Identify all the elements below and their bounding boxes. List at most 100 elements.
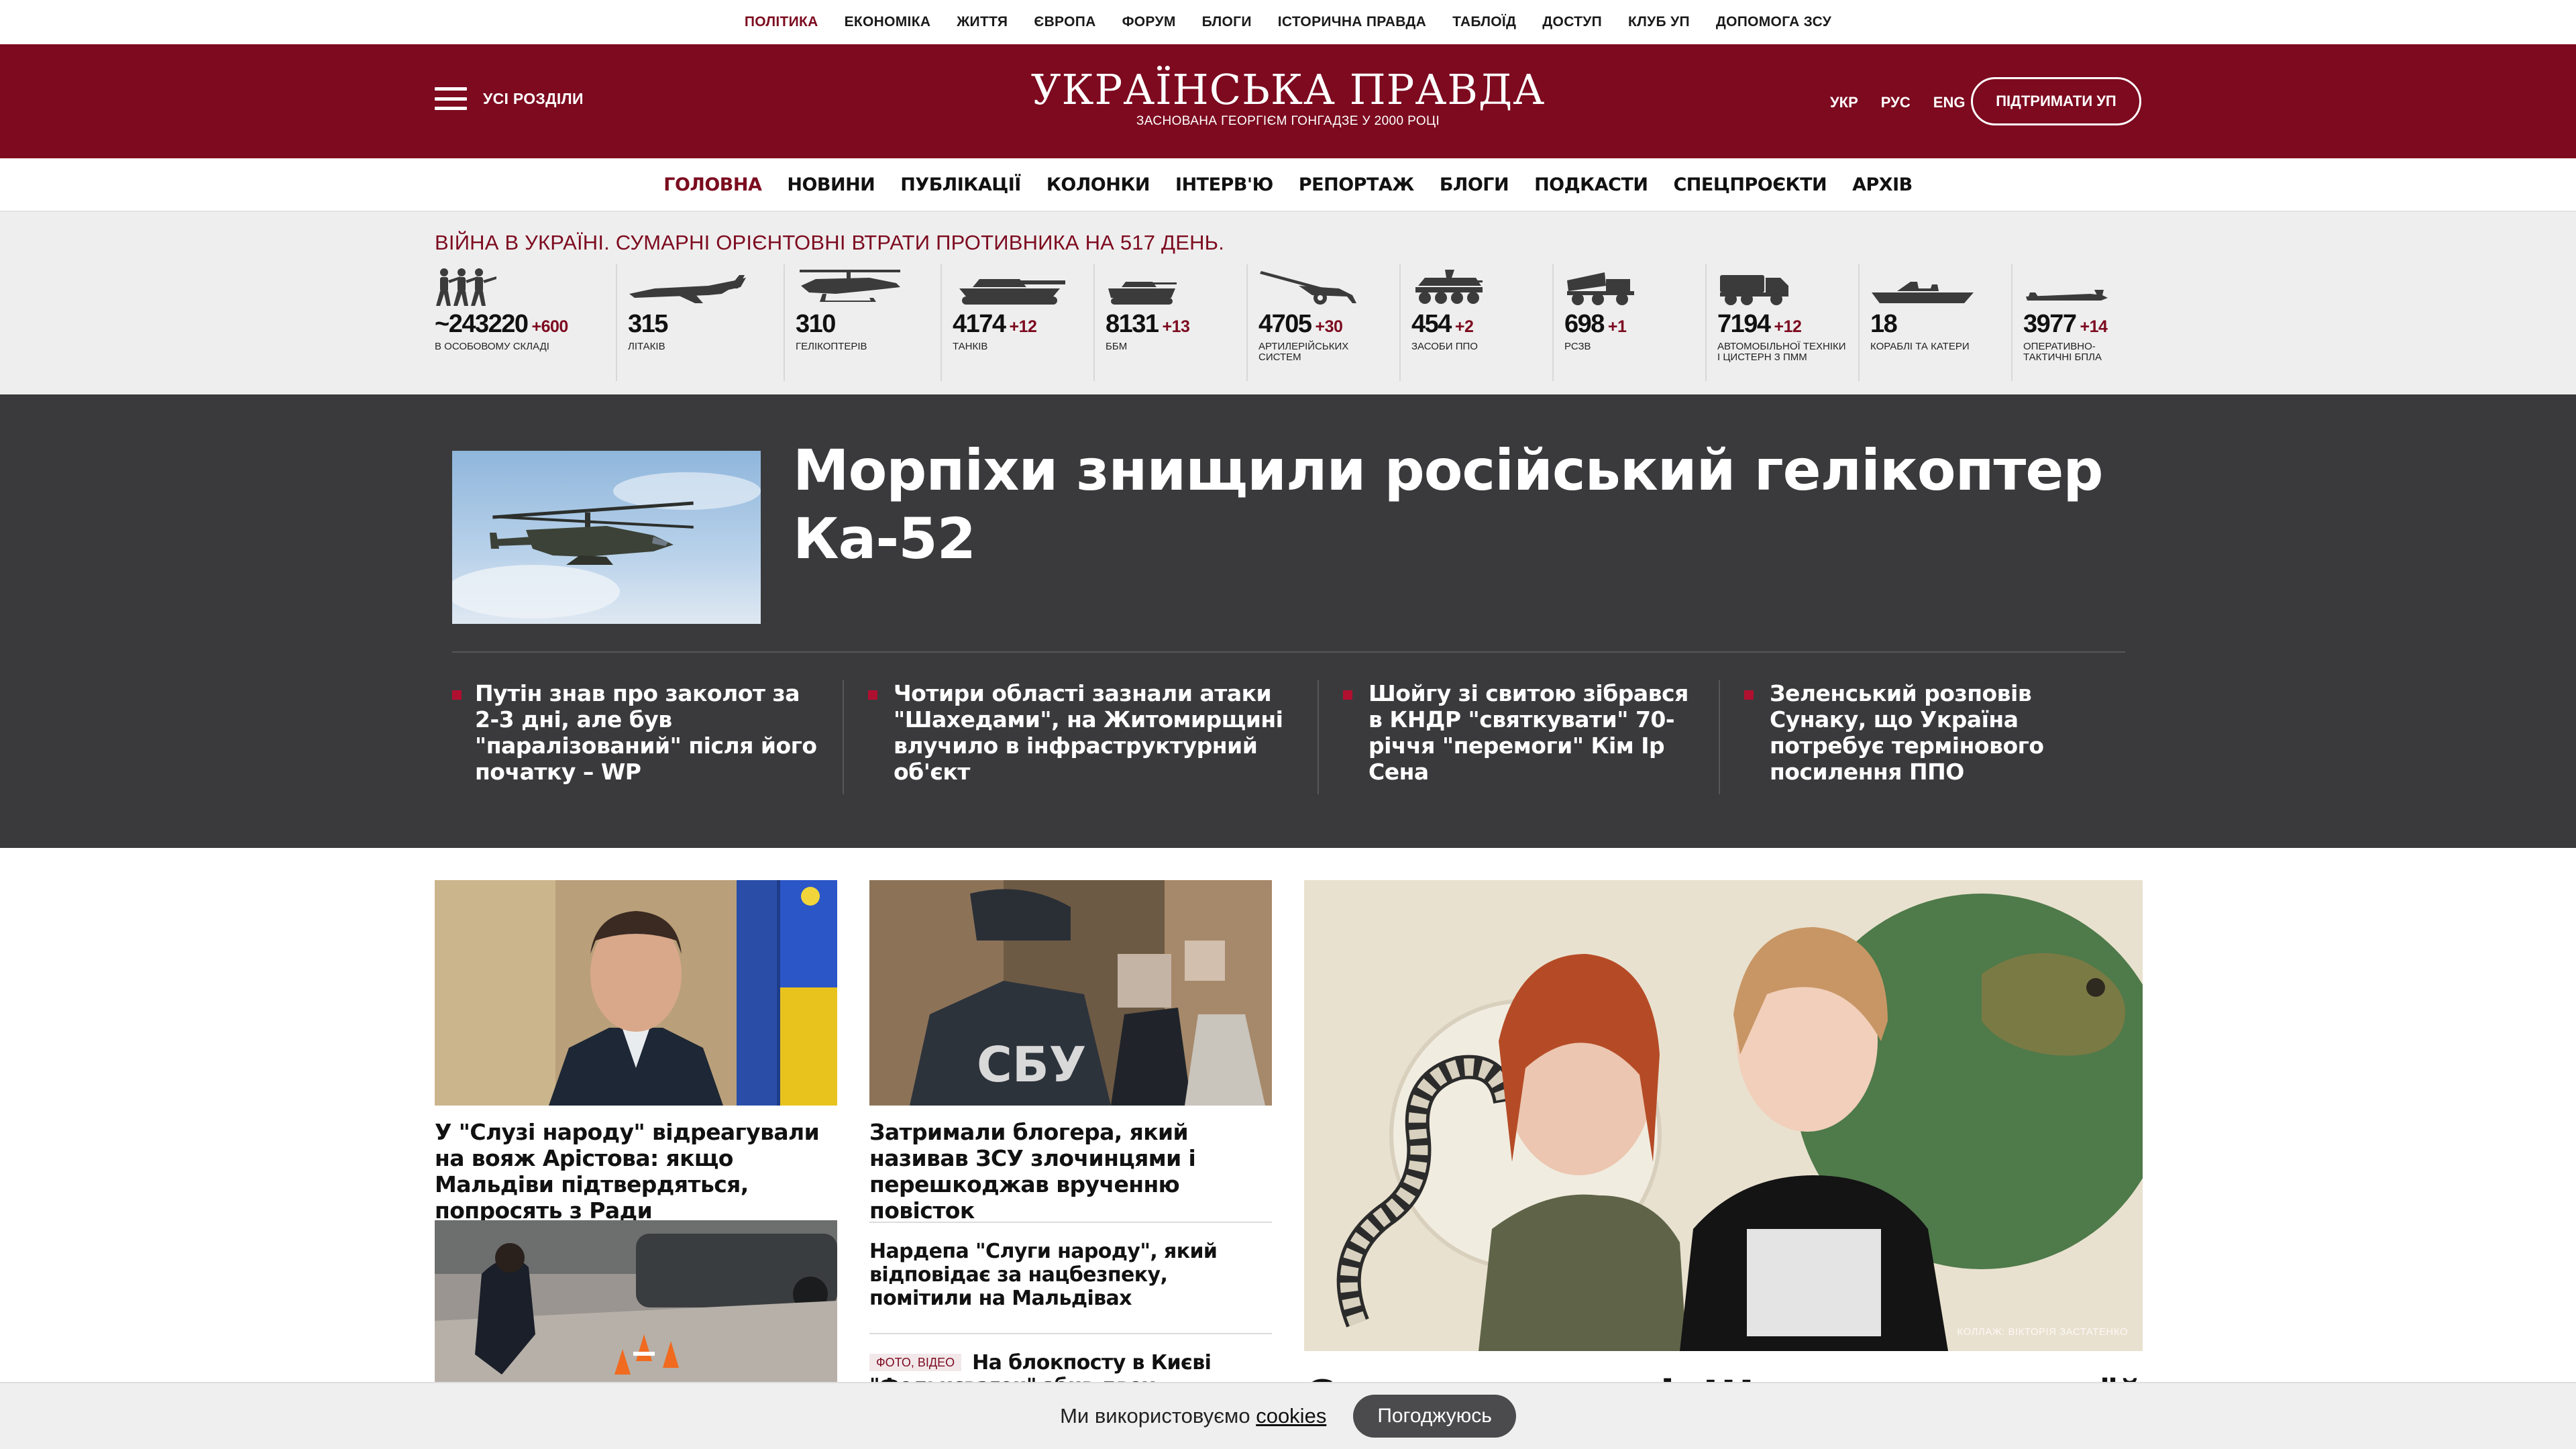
stat-label: ББМ	[1106, 341, 1128, 352]
stat-air-defense[interactable]: 454 +2 ЗАСОБИ ППО	[1399, 264, 1552, 381]
artillery-icon	[1258, 264, 1389, 306]
stat-vehicles[interactable]: 7194 +12 АВТОМОБІЛЬНОЇ ТЕХНІКИ І ЦИСТЕРН …	[1705, 264, 1858, 381]
war-stats: ~243220 +600 В ОСОБОВОМУ СКЛАДІ 315 ЛІТАК…	[435, 264, 2145, 381]
stat-label: В ОСОБОВОМУ СКЛАДІ	[435, 341, 549, 352]
svg-text:СБУ: СБУ	[977, 1036, 1086, 1093]
news-separator	[869, 1222, 1272, 1223]
ifv-icon	[1106, 264, 1236, 306]
news-card-image: СБУ	[869, 880, 1272, 1106]
top-nav-link[interactable]: ТАБЛОЇД	[1452, 14, 1516, 30]
all-sections-label: УСІ РОЗДІЛИ	[483, 89, 584, 107]
stat-tanks[interactable]: 4174 +12 ТАНКІВ	[941, 264, 1093, 381]
stat-delta: +600	[531, 317, 569, 336]
main-nav-link[interactable]: БЛОГИ	[1440, 174, 1509, 195]
cookies-link[interactable]: cookies	[1256, 1404, 1326, 1428]
language-switcher: УКР РУС ENG	[1830, 94, 1965, 111]
photo-credit: КОЛЛАЖ: ВІКТОРІЯ ЗАСТАТЕНКО	[1957, 1326, 2128, 1338]
stat-value: 3977	[2023, 310, 2077, 338]
stat-value: 315	[628, 310, 668, 338]
site-logo[interactable]: УКРАЇНСЬКА ПРАВДА ЗАСНОВАНА ГЕОРГІЄМ ГОН…	[1006, 67, 1570, 129]
stat-value: 698	[1564, 310, 1605, 338]
news-card[interactable]	[435, 1220, 837, 1387]
air-defense-icon	[1411, 264, 1542, 306]
truck-icon	[1717, 264, 1847, 306]
top-nav-link[interactable]: БЛОГИ	[1202, 14, 1252, 30]
news-card[interactable]: У "Слузі народу" відреагували на вояж Ар…	[435, 880, 837, 1224]
stat-ifv[interactable]: 8131 +13 ББМ	[1093, 264, 1246, 381]
stat-delta: +2	[1454, 317, 1474, 336]
stat-mlrs[interactable]: 698 +1 РСЗВ	[1552, 264, 1705, 381]
hero-news-item[interactable]: Путін знав про заколот за 2-3 дні, але б…	[452, 680, 843, 794]
hero-news-list: Путін знав про заколот за 2-3 дні, але б…	[452, 680, 2125, 794]
hero-news-item[interactable]: Зеленський розповів Сунаку, що Україна п…	[1719, 680, 2125, 794]
lang-ukr[interactable]: УКР	[1830, 94, 1858, 111]
top-story-image[interactable]	[452, 451, 761, 624]
cookie-text: Ми використовуємо cookies	[1060, 1404, 1326, 1428]
hero-news-item[interactable]: Шойгу зі свитою зібрався в КНДР "святкув…	[1318, 680, 1719, 794]
stat-aircraft[interactable]: 315 ЛІТАКІВ	[616, 264, 784, 381]
lang-rus[interactable]: РУС	[1881, 94, 1911, 111]
stat-delta: +30	[1315, 317, 1343, 336]
stat-value: 310	[796, 310, 836, 338]
top-nav-link[interactable]: ФОРУМ	[1122, 14, 1176, 30]
main-nav-link[interactable]: ГОЛОВНА	[663, 174, 762, 195]
top-nav-link[interactable]: ЕКОНОМІКА	[845, 14, 931, 30]
news-card-image	[435, 1220, 837, 1387]
cookie-accept-button[interactable]: Погоджуюсь	[1353, 1395, 1516, 1438]
hero-news-title: Путін знав про заколот за 2-3 дні, але б…	[475, 680, 817, 785]
aircraft-icon	[628, 264, 773, 306]
news-card[interactable]: СБУ Затримали блогера, який називав ЗСУ …	[869, 880, 1272, 1224]
hero-news-title: Шойгу зі свитою зібрався в КНДР "святкув…	[1368, 680, 1688, 785]
stat-drones[interactable]: 3977 +14 ОПЕРАТИВНО-ТАКТИЧНІ БПЛА	[2011, 264, 2145, 381]
stat-ships[interactable]: 18 КОРАБЛІ ТА КАТЕРИ	[1858, 264, 2011, 381]
stat-label: ЛІТАКІВ	[628, 341, 665, 352]
stat-artillery[interactable]: 4705 +30 АРТИЛЕРІЙСЬКИХ СИСТЕМ	[1246, 264, 1399, 381]
top-story-block: Морпіхи знищили російський гелікоптер Ка…	[0, 394, 2576, 848]
top-nav-link[interactable]: ДОПОМОГА ЗСУ	[1716, 14, 1831, 30]
war-losses-panel: ВІЙНА В УКРАЇНІ. СУМАРНІ ОРІЄНТОВНІ ВТРА…	[0, 212, 2576, 394]
main-nav-link[interactable]: СПЕЦПРОЄКТИ	[1673, 174, 1827, 195]
hamburger-icon	[435, 87, 467, 110]
top-nav-link[interactable]: ЖИТТЯ	[957, 14, 1008, 30]
top-nav-link[interactable]: ПОЛІТИКА	[745, 14, 818, 30]
main-nav-link[interactable]: АРХІВ	[1852, 174, 1913, 195]
stat-personnel[interactable]: ~243220 +600 В ОСОБОВОМУ СКЛАДІ	[435, 264, 616, 381]
stat-label: ОПЕРАТИВНО-ТАКТИЧНІ БПЛА	[2023, 341, 2102, 363]
main-nav-link[interactable]: КОЛОНКИ	[1046, 174, 1150, 195]
stat-label: ГЕЛІКОПТЕРІВ	[796, 341, 867, 352]
stat-value: 4174	[953, 310, 1006, 338]
mlrs-icon	[1564, 264, 1695, 306]
stat-delta: +13	[1162, 317, 1190, 336]
news-card-title: Затримали блогера, який називав ЗСУ злоч…	[869, 1119, 1196, 1224]
hero-news-title: Чотири області зазнали атаки "Шахедами",…	[894, 680, 1283, 785]
stat-value: 454	[1411, 310, 1452, 338]
stat-label: АРТИЛЕРІЙСЬКИХ СИСТЕМ	[1258, 341, 1349, 363]
main-nav-link[interactable]: ПОДКАСТИ	[1534, 174, 1648, 195]
site-header: УСІ РОЗДІЛИ УКРАЇНСЬКА ПРАВДА ЗАСНОВАНА …	[0, 44, 2576, 158]
hero-news-item[interactable]: Чотири області зазнали атаки "Шахедами",…	[843, 680, 1318, 794]
stat-delta: +12	[1009, 317, 1037, 336]
support-button[interactable]: ПІДТРИМАТИ УП	[1971, 77, 2141, 125]
stat-helicopters[interactable]: 310 ГЕЛІКОПТЕРІВ	[784, 264, 941, 381]
all-sections-button[interactable]: УСІ РОЗДІЛИ	[435, 87, 584, 110]
top-nav-link[interactable]: ІСТОРИЧНА ПРАВДА	[1278, 14, 1426, 30]
war-losses-title[interactable]: ВІЙНА В УКРАЇНІ. СУМАРНІ ОРІЄНТОВНІ ВТРА…	[435, 231, 1224, 255]
main-nav-link[interactable]: ПУБЛІКАЦІЇ	[900, 174, 1021, 195]
feature-card[interactable]: КОЛЛАЖ: ВІКТОРІЯ ЗАСТАТЕНКО	[1304, 880, 2143, 1351]
top-nav-link[interactable]: ЄВРОПА	[1034, 14, 1095, 30]
main-nav-link[interactable]: РЕПОРТАЖ	[1299, 174, 1414, 195]
cookie-banner: Ми використовуємо cookies Погоджуюсь	[0, 1382, 2576, 1449]
stat-value: 8131	[1106, 310, 1159, 338]
top-story-title[interactable]: Морпіхи знищили російський гелікоптер Ка…	[793, 436, 2148, 573]
bullet-square-icon	[868, 690, 877, 700]
stat-label: ТАНКІВ	[953, 341, 988, 352]
main-nav-link[interactable]: НОВИНИ	[787, 174, 875, 195]
lang-eng[interactable]: ENG	[1933, 94, 1966, 111]
top-nav-link[interactable]: ДОСТУП	[1542, 14, 1602, 30]
photo-video-tag: ФОТО, ВІДЕО	[869, 1354, 962, 1371]
small-news-item[interactable]: Нардепа "Слуги народу", який відповідає …	[869, 1240, 1272, 1310]
top-nav-link[interactable]: КЛУБ УП	[1628, 14, 1690, 30]
soldiers-icon	[435, 264, 605, 306]
bullet-square-icon	[452, 690, 462, 700]
main-nav-link[interactable]: ІНТЕРВ'Ю	[1175, 174, 1273, 195]
